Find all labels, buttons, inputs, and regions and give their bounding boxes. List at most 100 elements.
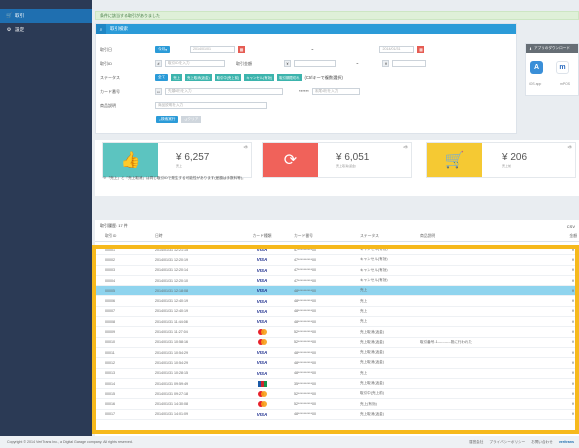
row-amount: ¥ 1	[572, 402, 577, 407]
row-amount: ¥ 1	[572, 330, 577, 335]
success-alert: 条件に該当する取引がありました	[95, 11, 579, 20]
row-id: 00012	[105, 360, 115, 365]
table-row[interactable]: 00012 2014/01/31 10:54:29 VISA 48**********…	[95, 358, 579, 369]
row-desc: 取引番号-1-----------既に行われた	[420, 339, 473, 344]
table-row[interactable]: 00006 2014/01/31 12:40:19 VISA 48**********…	[95, 296, 579, 307]
summary-stats: 👍 ¥ 6,257 売上 1件 ⟳ ¥ 6,051 売上取消(返金) 2件 🛒 …	[95, 140, 579, 196]
sidebar-item-transactions[interactable]: 🛒 取引	[0, 9, 92, 23]
row-date: 2014/01/31 10:28:15	[155, 371, 188, 376]
visa-icon: VISA	[256, 267, 268, 273]
calendar-icon[interactable]: ▦	[417, 46, 425, 53]
row-status: キャンセル(有効)	[360, 247, 388, 252]
status-pending-button[interactable]: 取引中(売上前)	[214, 74, 242, 81]
date-from-field[interactable]: 2014/01/01	[190, 46, 235, 53]
txid-input[interactable]: 取引IDを入力	[165, 60, 225, 67]
status-all-button[interactable]: 全て	[155, 74, 169, 81]
table-row[interactable]: 00007 2014/01/31 12:40:19 VISA 48**********…	[95, 307, 579, 318]
table-row[interactable]: 00013 2014/01/31 10:28:15 VISA 48**********…	[95, 369, 579, 379]
amount-separator: ~	[356, 61, 359, 66]
row-status: 売上	[360, 319, 368, 324]
sales-count: 1件	[243, 145, 248, 149]
sidebar-item-settings[interactable]: ⚙ 設定	[0, 23, 92, 37]
sales-value: ¥ 6,257	[176, 152, 210, 163]
row-card: 48**********00	[294, 412, 316, 417]
footer-link-contact[interactable]: お問い合わせ	[531, 440, 553, 445]
row-id: 00005	[105, 288, 115, 293]
table-row[interactable]: 00002 2014/01/31 12:20:19 VISA 47**********…	[95, 255, 579, 266]
row-amount: ¥ 1	[572, 278, 577, 283]
amount-to-input[interactable]	[392, 60, 427, 67]
visa-icon: VISA	[256, 257, 268, 263]
col-date[interactable]: 日時	[155, 234, 230, 239]
date-to-field[interactable]: 2014/01/31	[379, 46, 415, 53]
table-row[interactable]: 00010 2014/01/31 10:58:16 52**********00 売上…	[95, 338, 579, 348]
row-status: 売上取消(返金)	[360, 381, 384, 385]
download-icon: ⬇	[529, 46, 533, 51]
table-row[interactable]: 00015 2014/01/31 09:27:18 52**********00 取引…	[95, 389, 579, 400]
clear-button[interactable]: ↺ クリア	[181, 116, 202, 123]
yen-addon: ¥	[284, 60, 291, 67]
col-desc[interactable]: 商品説明	[420, 234, 510, 239]
row-date: 2014/01/31 10:58:16	[155, 340, 188, 345]
table-row[interactable]: 00004 2014/01/31 12:20:10 VISA 47**********…	[95, 276, 579, 287]
col-id[interactable]: 取引ID	[95, 234, 155, 239]
row-amount: ¥ 1	[572, 247, 577, 252]
status-sales-button[interactable]: 売上	[171, 74, 182, 81]
table-row[interactable]: 00014 2014/01/31 09:59:49 35**********00 売上…	[95, 379, 579, 390]
card-mask: ******	[299, 89, 309, 94]
table-row[interactable]: 00001 2014/01/31 12:21:15 VISA 47**********…	[95, 245, 579, 256]
search-button[interactable]: ⌕ 検索実行	[156, 116, 179, 123]
row-date: 2014/01/31 10:54:29	[155, 360, 188, 365]
row-amount: ¥ 1	[572, 257, 577, 262]
col-status[interactable]: ステータス	[360, 234, 420, 239]
status-expired-button[interactable]: 取引期限切れ	[277, 74, 302, 81]
row-id: 00001	[105, 247, 115, 252]
card-last-input[interactable]: 末尾4桁を入力	[311, 88, 360, 95]
col-brand[interactable]: カード種類	[230, 234, 294, 239]
calendar-icon[interactable]: ▦	[238, 46, 245, 53]
ios-app-icon[interactable]: A	[530, 61, 543, 74]
row-status: 売上	[360, 308, 368, 313]
table-row[interactable]: 00017 2014/01/31 14:01:09 VISA 48**********…	[95, 410, 579, 421]
date-preset-select[interactable]: 今月 ▾	[155, 46, 170, 53]
col-amount[interactable]: 金額	[510, 234, 579, 239]
footer-link-privacy[interactable]: プライバシーポリシー	[489, 440, 525, 445]
card-label: カード番号	[100, 88, 120, 94]
row-id: 00010	[105, 340, 115, 345]
visa-icon: VISA	[256, 278, 268, 284]
list-title: 取引履歴: 17 件	[100, 223, 128, 228]
table-row[interactable]: 00005 2014/01/31 12:18:08 VISA 48**********…	[95, 286, 579, 297]
mpos-app-icon[interactable]: m	[556, 61, 569, 74]
row-amount: ¥ 1	[572, 309, 577, 314]
csv-export-link[interactable]: CSV	[567, 224, 575, 229]
pending-value: ¥ 206	[502, 152, 528, 163]
visa-icon: VISA	[256, 319, 268, 325]
row-date: 2014/01/31 12:40:19	[155, 299, 188, 304]
status-cancel-button[interactable]: キャンセル(有効)	[244, 74, 275, 81]
table-row[interactable]: 00009 2014/01/31 11:27:04 52**********00 売上…	[95, 327, 579, 338]
col-card[interactable]: カード番号	[294, 234, 360, 239]
card-first-input[interactable]: 先頭6桁を入力	[165, 88, 283, 95]
table-row[interactable]: 00003 2014/01/31 12:20:14 VISA 47**********…	[95, 266, 579, 276]
row-date: 2014/01/31 14:30:08	[155, 402, 188, 407]
row-brand: VISA	[230, 309, 294, 314]
item-label: 商品説明	[100, 102, 116, 108]
sidebar-item-label: 取引	[15, 13, 25, 18]
row-status: キャンセル(有効)	[360, 257, 388, 262]
table-row[interactable]: 00016 2014/01/31 14:30:08 52**********00 売上…	[95, 399, 579, 410]
row-brand: VISA	[230, 412, 294, 417]
row-brand: VISA	[230, 257, 294, 262]
amount-from-input[interactable]	[294, 60, 336, 67]
visa-icon: VISA	[256, 411, 268, 417]
table-row[interactable]: 00011 2014/01/31 10:54:29 VISA 48**********…	[95, 348, 579, 359]
row-brand	[230, 401, 294, 408]
date-separator: ~	[311, 47, 314, 52]
table-row[interactable]: 00008 2014/01/31 11:44:08 VISA 48**********…	[95, 317, 579, 328]
item-desc-input[interactable]: 商品説明を入力	[155, 102, 267, 109]
table-body: 00001 2014/01/31 12:21:15 VISA 47**********…	[95, 245, 579, 421]
row-id: 00004	[105, 278, 115, 283]
status-refund-button[interactable]: 売上取消(返金)	[184, 74, 212, 81]
visa-icon: VISA	[256, 350, 268, 356]
row-status: 売上取消(返金)	[360, 360, 384, 365]
footer-link-company[interactable]: 運営会社	[469, 440, 483, 445]
